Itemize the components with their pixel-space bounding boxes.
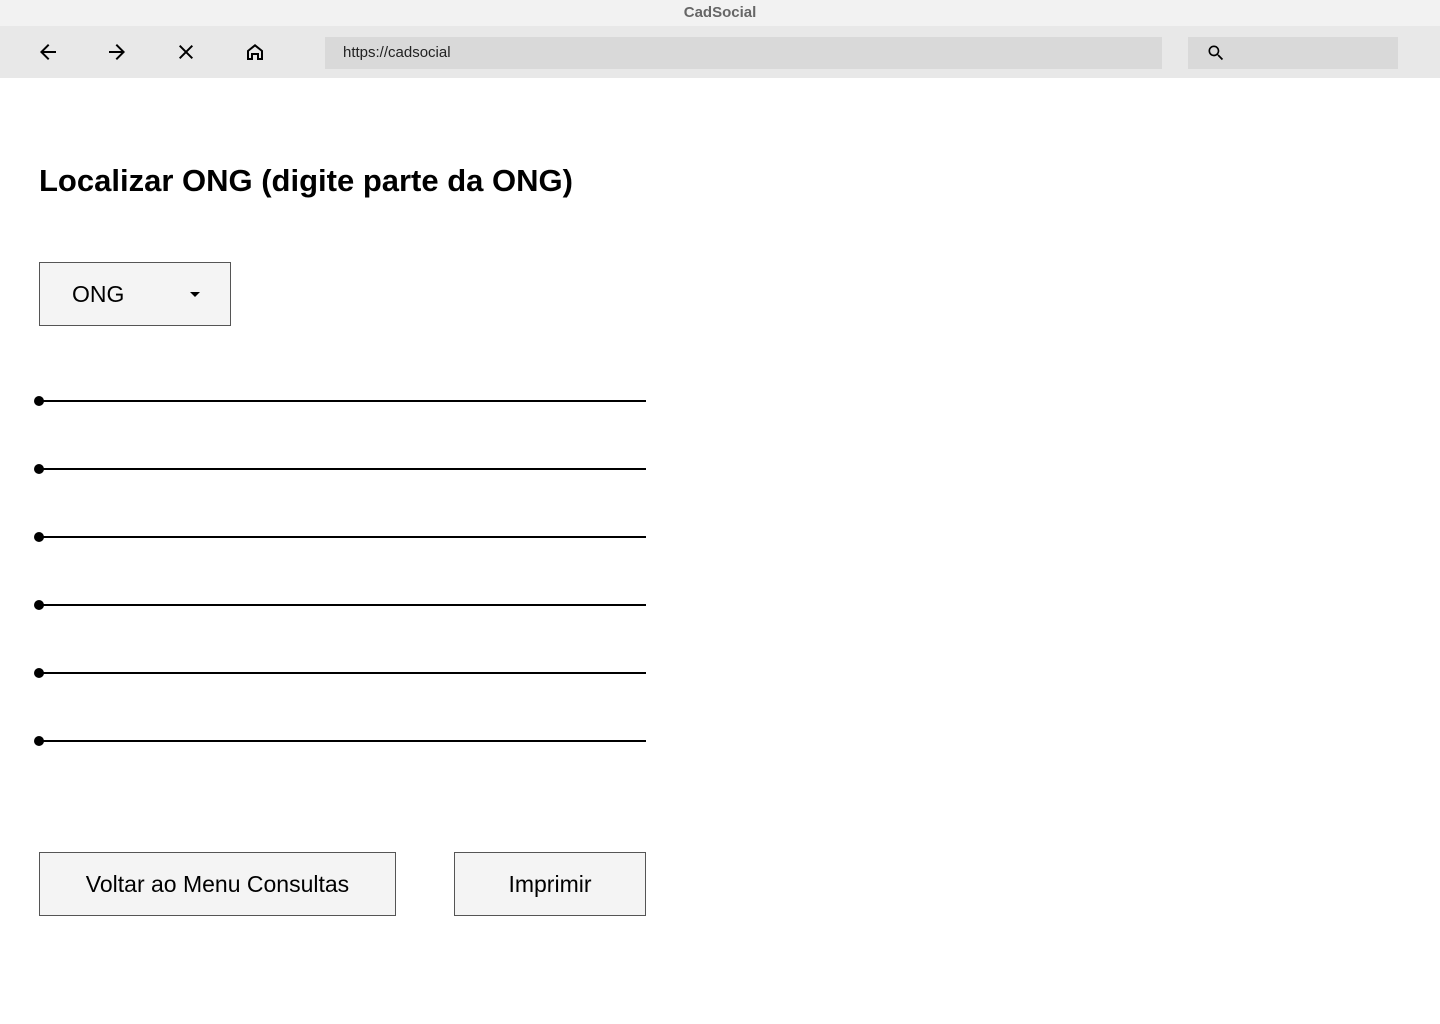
page-title: Localizar ONG (digite parte da ONG) [39,163,573,198]
bullet-icon [34,736,44,746]
window-title-bar: CadSocial [0,0,1440,26]
result-row[interactable] [34,532,646,542]
back-to-menu-button[interactable]: Voltar ao Menu Consultas [39,852,396,916]
close-icon [179,45,193,59]
print-button[interactable]: Imprimir [454,852,646,916]
bullet-icon [34,464,44,474]
window-title: CadSocial [683,4,757,21]
result-row[interactable] [34,464,646,474]
url-bar[interactable]: https://cadsocial [325,37,1162,69]
search-icon [1208,45,1224,61]
result-row[interactable] [34,736,646,746]
home-icon [247,44,263,60]
browser-toolbar: https://cadsocial [0,26,1440,78]
dropdown-selected-value: ONG [72,281,125,307]
arrow-left-icon [40,44,56,60]
back-button[interactable] [34,38,62,66]
arrow-right-icon [109,44,125,60]
ong-dropdown[interactable]: ONG [39,262,231,326]
result-row[interactable] [34,668,646,678]
home-button[interactable] [241,38,269,66]
url-text: https://cadsocial [343,44,451,61]
bullet-icon [34,600,44,610]
bullet-icon [34,532,44,542]
browser-search-box[interactable] [1188,37,1398,69]
result-row[interactable] [34,396,646,406]
stop-button[interactable] [172,38,200,66]
forward-button[interactable] [103,38,131,66]
bullet-icon [34,396,44,406]
bullet-icon [34,668,44,678]
result-row[interactable] [34,600,646,610]
caret-down-icon [190,292,200,297]
